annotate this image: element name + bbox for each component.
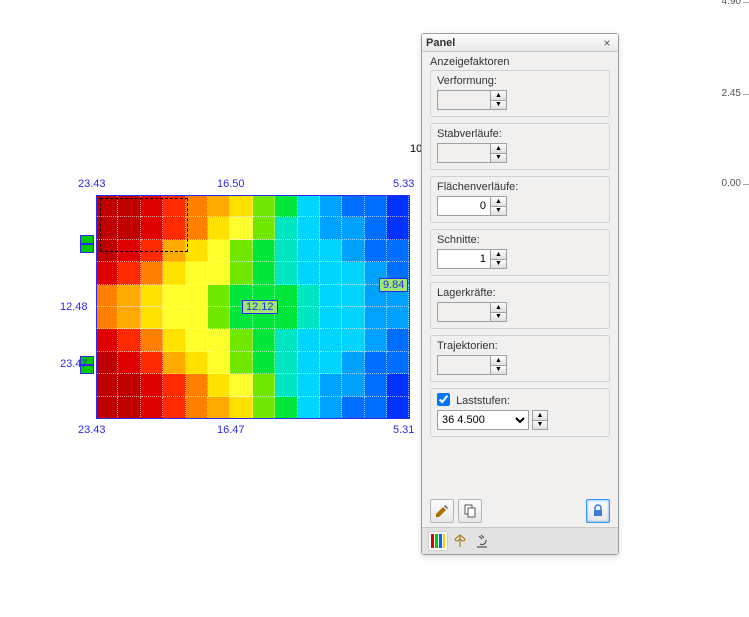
close-icon[interactable]: × (600, 36, 614, 50)
axis-tick-bot: 0.00 (722, 178, 741, 189)
value-label: 23.43 (78, 178, 106, 190)
flaechen-input[interactable] (437, 196, 491, 216)
value-label: 5.31 (393, 424, 414, 436)
spinner-down-icon[interactable]: ▼ (491, 154, 506, 163)
panel-window: Panel × Anzeigefaktoren Verformung: ▲▼ S… (421, 33, 619, 555)
pencil-icon (434, 503, 450, 519)
selection-box (100, 198, 188, 252)
value-label-box: 12.12 (242, 300, 278, 314)
edit-button[interactable] (430, 499, 454, 523)
group-label: Flächenverläufe: (437, 181, 603, 193)
group-label: Schnitte: (437, 234, 603, 246)
value-label: 23.47 (60, 358, 88, 370)
group-trajektorien: Trajektorien: ▲▼ (430, 335, 610, 382)
panel-tabstrip (422, 527, 618, 554)
spinner-up-icon[interactable]: ▲ (491, 250, 506, 260)
spinner-down-icon[interactable]: ▼ (491, 260, 506, 269)
spinner-down-icon[interactable]: ▼ (491, 313, 506, 322)
laststufen-select[interactable]: 36 4.500 (437, 410, 529, 430)
copy-button[interactable] (458, 499, 482, 523)
panel-toolbar (422, 495, 618, 527)
panel-title: Panel (426, 37, 455, 49)
value-label-box: 9.84 (379, 278, 408, 292)
spinner-up-icon[interactable]: ▲ (491, 91, 506, 101)
schnitte-input[interactable] (437, 249, 491, 269)
lock-button[interactable] (586, 499, 610, 523)
axis-tick-top: 4.90 (722, 0, 741, 7)
lager-input[interactable] (437, 302, 491, 322)
spinner-down-icon[interactable]: ▼ (491, 366, 506, 375)
spinner-up-icon[interactable]: ▲ (491, 356, 506, 366)
value-label: 12.48 (60, 301, 88, 313)
spinner-down-icon[interactable]: ▼ (491, 207, 506, 216)
viewport: 4.90 2.45 0.00 23.43 16.50 5.33 23.43 16… (0, 0, 749, 617)
support-marker (80, 235, 94, 244)
support-marker (80, 244, 94, 253)
group-label: Trajektorien: (437, 340, 603, 352)
panel-titlebar[interactable]: Panel × (422, 34, 618, 52)
stab-input[interactable] (437, 143, 491, 163)
tab-scales[interactable] (450, 531, 470, 551)
group-schnitte: Schnitte: ▲▼ (430, 229, 610, 276)
group-label: Laststufen: (437, 393, 603, 407)
spinner-down-icon[interactable]: ▼ (533, 421, 547, 430)
axis-tick-mid: 2.45 (722, 88, 741, 99)
panel-section-label: Anzeigefaktoren (422, 52, 618, 70)
group-flaechenverlaeufe: Flächenverläufe: ▲▼ (430, 176, 610, 223)
tab-microscope[interactable] (472, 531, 492, 551)
group-lagerkraefte: Lagerkräfte: ▲▼ (430, 282, 610, 329)
group-label: Verformung: (437, 75, 603, 87)
spinner-down-icon[interactable]: ▼ (491, 101, 506, 110)
spinner-up-icon[interactable]: ▲ (491, 303, 506, 313)
verformung-input[interactable] (437, 90, 491, 110)
microscope-icon (474, 533, 490, 549)
tab-colorbars[interactable] (428, 531, 448, 551)
scales-icon (452, 533, 468, 549)
group-label: Lagerkräfte: (437, 287, 603, 299)
trajekt-input[interactable] (437, 355, 491, 375)
group-stabverlaeufe: Stabverläufe: ▲▼ (430, 123, 610, 170)
laststufen-checkbox[interactable] (437, 393, 450, 406)
value-label: 23.43 (78, 424, 106, 436)
value-label: 16.47 (217, 424, 245, 436)
value-label: 5.33 (393, 178, 414, 190)
copy-icon (462, 503, 478, 519)
spinner-up-icon[interactable]: ▲ (491, 197, 506, 207)
spinner-up-icon[interactable]: ▲ (533, 411, 547, 421)
group-label: Stabverläufe: (437, 128, 603, 140)
group-laststufen: Laststufen: 36 4.500 ▲▼ (430, 388, 610, 437)
group-verformung: Verformung: ▲▼ (430, 70, 610, 117)
lock-icon (590, 503, 606, 519)
colorbars-icon (430, 533, 446, 549)
value-label: 16.50 (217, 178, 245, 190)
spinner-up-icon[interactable]: ▲ (491, 144, 506, 154)
